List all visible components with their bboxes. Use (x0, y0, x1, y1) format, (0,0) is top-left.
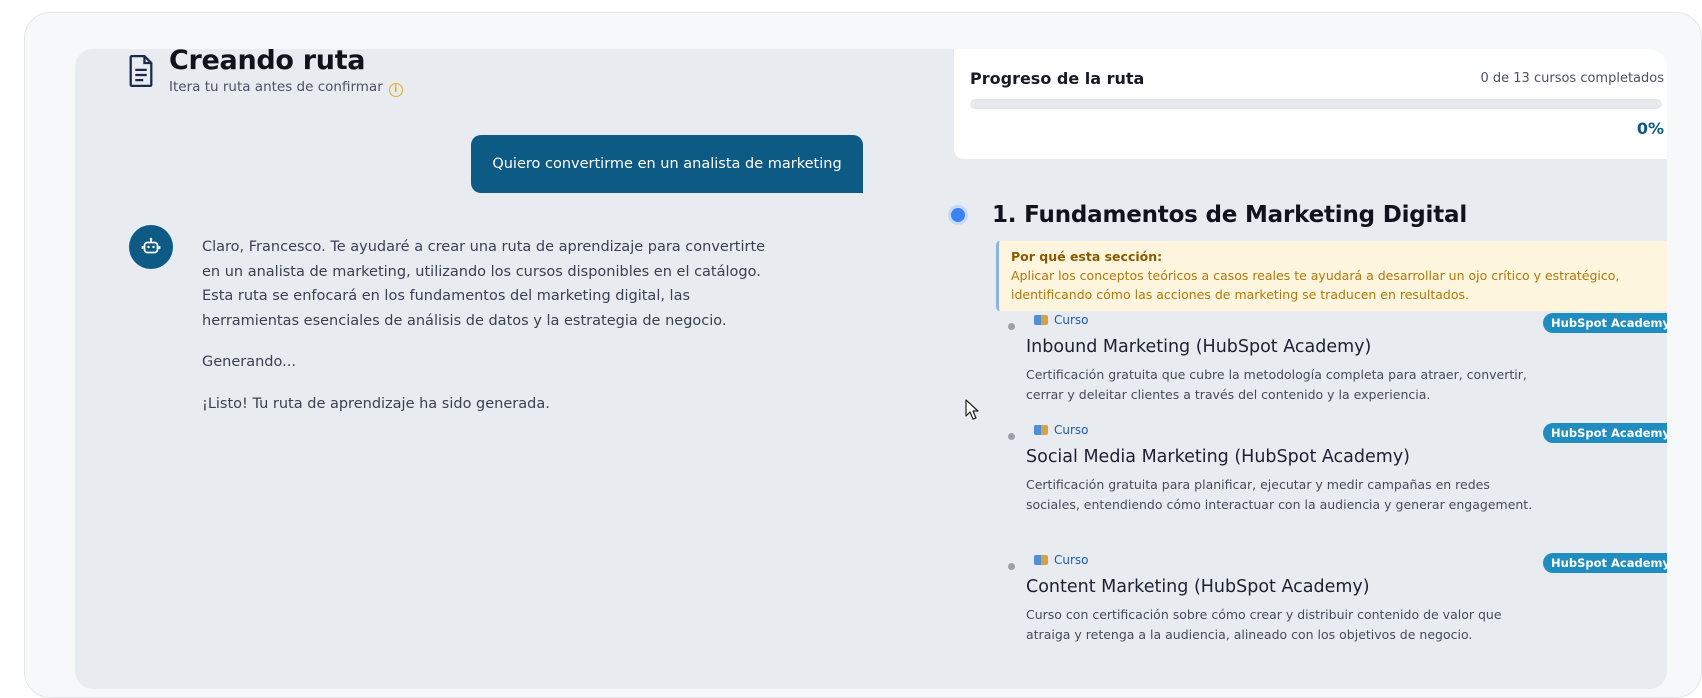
section-title: 1. Fundamentos de Marketing Digital (992, 202, 1468, 228)
app-frame: Creando ruta Itera tu ruta antes de conf… (24, 12, 1702, 698)
route-builder-panel: Creando ruta Itera tu ruta antes de conf… (75, 49, 1667, 689)
course-name[interactable]: Content Marketing (HubSpot Academy) (1026, 577, 1370, 597)
mouse-cursor-icon (965, 399, 979, 420)
route-progress-card: Progreso de la ruta 0 de 13 cursos compl… (954, 49, 1667, 159)
course-type: Curso (1034, 313, 1089, 327)
course-type-label: Curso (1054, 553, 1089, 567)
robot-icon (141, 237, 161, 254)
bot-message-text: Claro, Francesco. Te ayudaré a crear una… (202, 239, 766, 329)
course-description: Certificación gratuita que cubre la meto… (1026, 367, 1527, 402)
provider-badge: HubSpot Academy (1543, 313, 1667, 333)
course-name[interactable]: Inbound Marketing (HubSpot Academy) (1026, 337, 1371, 357)
why-label: Por qué esta sección: (1011, 249, 1163, 264)
bot-message: Claro, Francesco. Te ayudaré a crear una… (202, 235, 772, 433)
progress-count: 0 de 13 cursos completados (1480, 71, 1665, 86)
course-type-label: Curso (1054, 313, 1089, 327)
info-icon[interactable]: i (388, 83, 403, 97)
subtitle-text: Itera tu ruta antes de confirmar (169, 79, 383, 95)
section-why-box: Por qué esta sección: Aplicar los concep… (996, 241, 1667, 311)
course-type-label: Curso (1054, 423, 1089, 437)
document-icon (129, 55, 153, 87)
course-description: Curso con certificación sobre cómo crear… (1026, 607, 1502, 642)
provider-badge: HubSpot Academy (1543, 553, 1667, 573)
bot-message-status: Generando... (202, 354, 296, 370)
user-message-bubble: Quiero convertirme en un analista de mar… (471, 135, 863, 193)
page-subtitle: Itera tu ruta antes de confirmar i (169, 79, 403, 97)
book-icon (1034, 315, 1048, 325)
progress-title: Progreso de la ruta (970, 69, 1145, 88)
bot-message-done: ¡Listo! Tu ruta de aprendizaje ha sido g… (202, 395, 550, 412)
page-title: Creando ruta (169, 49, 366, 76)
progress-bar (970, 99, 1662, 109)
progress-percent: 0% (1636, 119, 1664, 138)
course-type: Curso (1034, 423, 1089, 437)
course-bullet (1008, 433, 1015, 440)
course-description: Certificación gratuita para planificar, … (1026, 477, 1533, 512)
why-text: Aplicar los conceptos teóricos a casos r… (1011, 268, 1620, 302)
bot-avatar (129, 225, 173, 269)
user-message-text: Quiero convertirme en un analista de mar… (492, 156, 842, 172)
course-bullet (1008, 323, 1015, 330)
book-icon (1034, 425, 1048, 435)
course-name[interactable]: Social Media Marketing (HubSpot Academy) (1026, 447, 1410, 467)
course-type: Curso (1034, 553, 1089, 567)
section-marker (948, 205, 968, 225)
book-icon (1034, 555, 1048, 565)
provider-badge: HubSpot Academy (1543, 423, 1667, 443)
course-bullet (1008, 563, 1015, 570)
